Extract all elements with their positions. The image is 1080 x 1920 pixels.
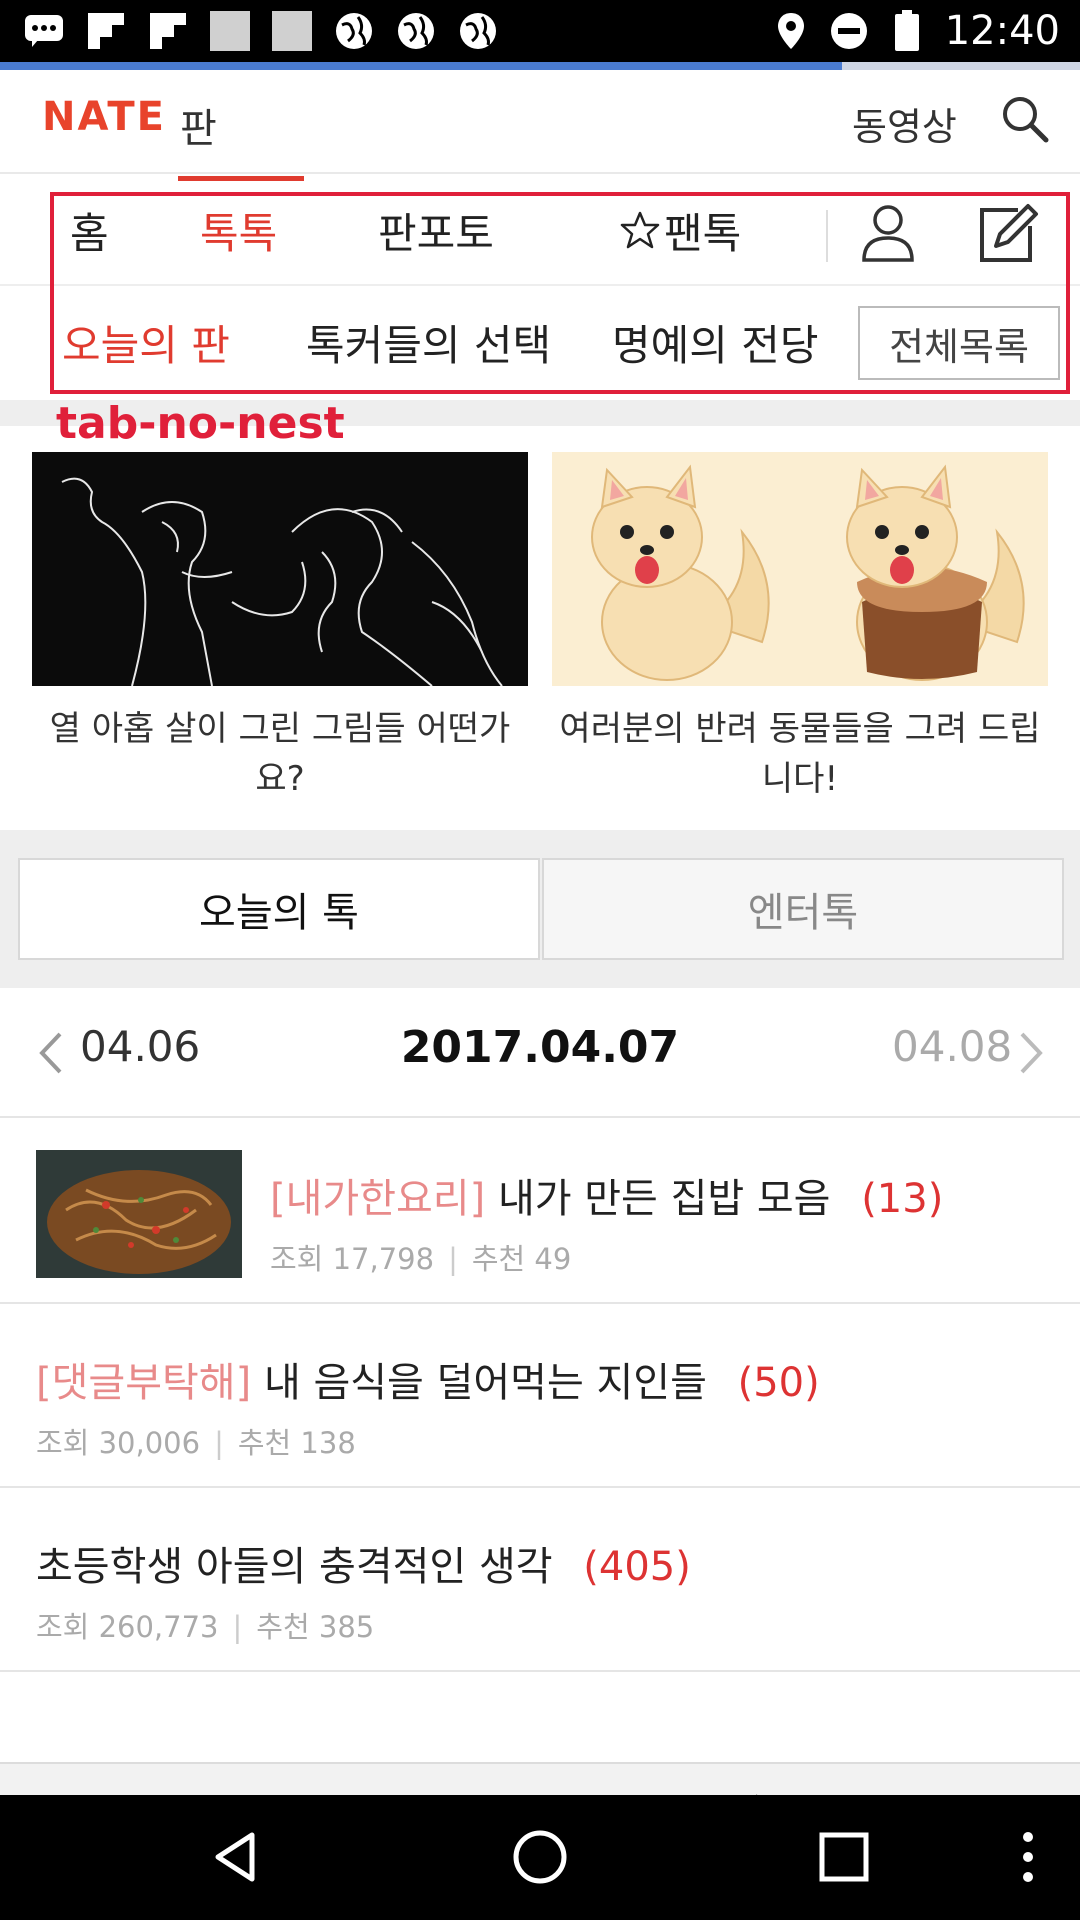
segment-today-talk[interactable]: 오늘의 톡 [18, 858, 540, 960]
next-date[interactable]: 04.08 [892, 1022, 1012, 1071]
subtab-label: 명예의 전당 [612, 320, 819, 370]
post-title-text: 내 음식을 덜어먹는 지인들 [263, 1360, 707, 1406]
video-link[interactable]: 동영상 [852, 96, 957, 151]
globe-icon [334, 11, 374, 51]
status-right-icons: 12:40 [771, 8, 1060, 54]
nav-menu-icon[interactable] [1010, 1827, 1070, 1887]
segment-enter-talk[interactable]: 엔터톡 [542, 858, 1064, 960]
chevron-right-icon[interactable] [1016, 1030, 1046, 1076]
annotation-label: tab-no-nest [56, 398, 345, 449]
post-title: [댓글부탁해] 내 음식을 덜어먹는 지인들 (50) [36, 1350, 820, 1408]
subtab-hall-of-fame[interactable]: 명예의 전당 [612, 286, 819, 398]
post-meta: 조회 17,798 | 추천 49 [270, 1242, 572, 1276]
nate-logo[interactable]: NATE [42, 94, 166, 140]
post-item[interactable]: [댓글부탁해] 내 음식을 덜어먹는 지인들 (50) 조회 30,006 | 추천… [0, 1304, 1080, 1488]
tab-toktok[interactable]: 톡톡 [200, 174, 277, 286]
subtab-today-pan[interactable]: 오늘의 판 [62, 286, 230, 398]
view-count: 조회 30,006 [36, 1426, 201, 1460]
post-title: [내가한요리] 내가 만든 집밥 모음 (13) [270, 1166, 943, 1224]
page-load-progress [0, 62, 1080, 70]
subtab-label: 오늘의 판 [62, 320, 230, 370]
star-icon [620, 211, 660, 249]
post-item[interactable]: 초등학생 아들의 충격적인 생각 (405) 조회 260,773 | 추천 385 [0, 1488, 1080, 1672]
do-not-disturb-icon [829, 11, 869, 51]
status-bar: 12:40 [0, 0, 1080, 62]
all-list-button[interactable]: 전체목록 [858, 306, 1060, 380]
view-count: 조회 260,773 [36, 1610, 219, 1644]
comment-count: (13) [861, 1176, 944, 1222]
post-title-text: 초등학생 아들의 충격적인 생각 [36, 1544, 553, 1590]
browser-content: NATE 판 동영상 홈 톡톡 판포토 팬톡 오늘의 판 톡커들의 선택 명예의… [0, 70, 1080, 1795]
flipboard-icon [148, 11, 188, 51]
system-nav-bar [0, 1795, 1080, 1920]
chat-icon [24, 11, 64, 51]
like-count: 추천 138 [237, 1426, 356, 1460]
card-caption-line: 여러분의 반려 동물들을 그려 드립 [559, 709, 1041, 749]
card-caption[interactable]: 열 아홉 살이 그린 그림들 어떤가 요? [32, 704, 528, 804]
like-count: 추천 49 [471, 1242, 572, 1276]
card-image-drawing[interactable] [32, 452, 528, 687]
tab-home[interactable]: 홈 [70, 174, 109, 286]
page-load-progress-fill [0, 62, 843, 70]
clock: 12:40 [944, 8, 1060, 54]
placeholder-icon [210, 11, 250, 51]
main-tabs: 홈 톡톡 판포토 팬톡 [0, 174, 1080, 286]
view-count: 조회 17,798 [270, 1242, 435, 1276]
search-icon[interactable] [1000, 94, 1050, 144]
logo-subtitle[interactable]: 판 [180, 96, 217, 154]
card-image-dogs[interactable] [552, 452, 1048, 686]
subtab-tokker-choice[interactable]: 톡커들의 선택 [306, 286, 551, 398]
location-icon [771, 11, 811, 51]
edit-icon[interactable] [978, 202, 1038, 262]
tab-label: 판포토 [378, 208, 494, 258]
flipboard-icon [86, 11, 126, 51]
post-category-tag: [댓글부탁해] [36, 1360, 252, 1406]
post-meta: 조회 30,006 | 추천 138 [36, 1426, 356, 1460]
subtab-label: 톡커들의 선택 [306, 320, 552, 370]
user-icon[interactable] [858, 202, 918, 262]
globe-icon [458, 11, 498, 51]
tab-divider [826, 210, 828, 262]
status-left-icons [24, 8, 498, 54]
card-caption-line: 요? [255, 759, 305, 799]
globe-icon [396, 11, 436, 51]
tab-label: 팬톡 [664, 208, 742, 258]
browser-toolbar [0, 1762, 1080, 1795]
post-title: 초등학생 아들의 충격적인 생각 (405) [36, 1534, 691, 1592]
tab-fantok[interactable]: 팬톡 [620, 174, 741, 286]
tab-label: 톡톡 [200, 208, 278, 258]
card-caption-line: 열 아홉 살이 그린 그림들 어떤가 [49, 709, 511, 749]
active-tab-indicator [178, 176, 304, 181]
comment-count: (50) [737, 1360, 820, 1406]
post-title-text: 내가 만든 집밥 모음 [497, 1176, 831, 1222]
post-meta: 조회 260,773 | 추천 385 [36, 1610, 375, 1644]
post-thumbnail [36, 1150, 242, 1278]
comment-count: (405) [583, 1544, 691, 1590]
tab-panphoto[interactable]: 판포토 [378, 174, 494, 286]
like-count: 추천 385 [256, 1610, 375, 1644]
card-caption-line: 니다! [761, 759, 839, 799]
post-category-tag: [내가한요리] [270, 1176, 486, 1222]
site-header: NATE 판 동영상 [0, 70, 1080, 174]
placeholder-icon [272, 11, 312, 51]
battery-icon [887, 10, 927, 51]
nav-recents-icon[interactable] [814, 1827, 874, 1887]
card-caption[interactable]: 여러분의 반려 동물들을 그려 드립 니다! [552, 704, 1048, 804]
post-item[interactable]: [내가한요리] 내가 만든 집밥 모음 (13) 조회 17,798 | 추천 49 [0, 1120, 1080, 1304]
date-navigation: 04.06 2017.04.07 04.08 [0, 988, 1080, 1118]
tab-label: 홈 [70, 208, 109, 258]
nav-back-icon[interactable] [206, 1827, 266, 1887]
nav-home-icon[interactable] [510, 1827, 570, 1887]
